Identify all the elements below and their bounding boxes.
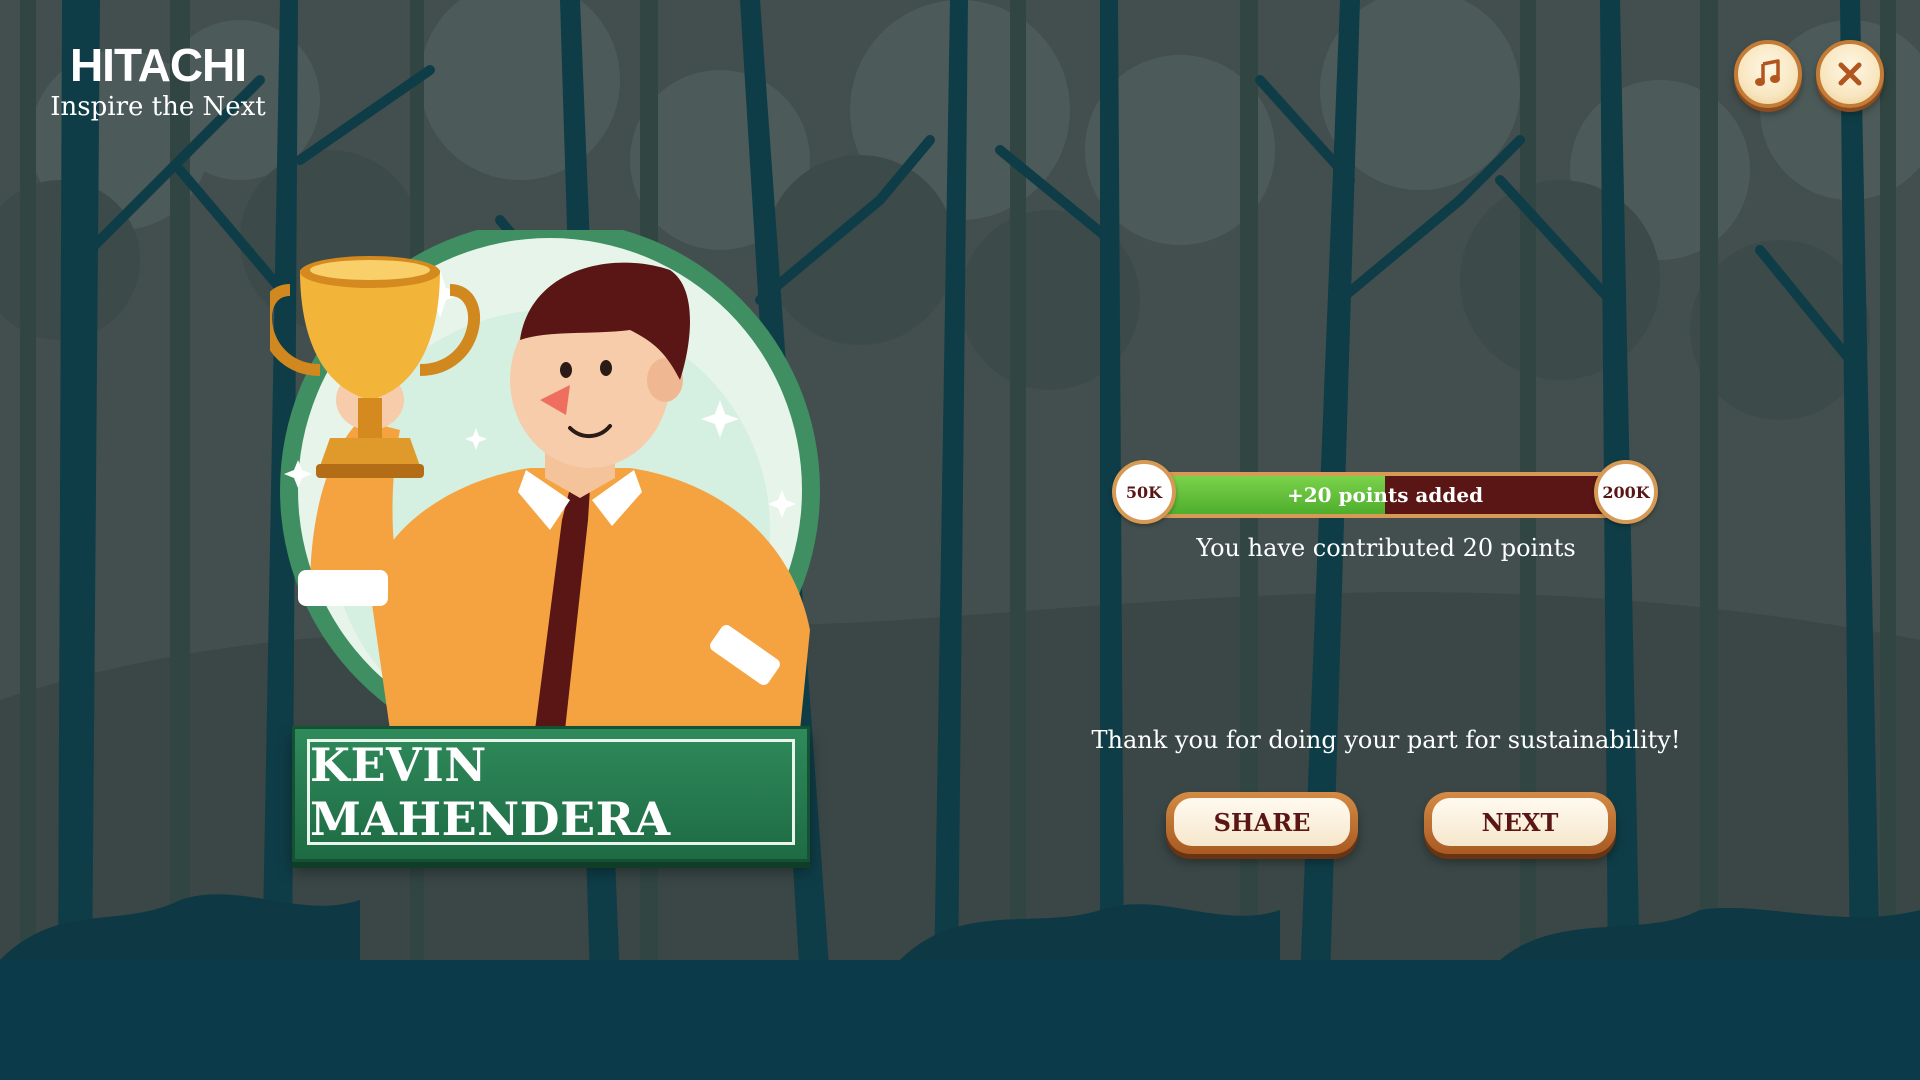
close-button[interactable] bbox=[1816, 40, 1884, 108]
next-button[interactable]: NEXT bbox=[1424, 792, 1616, 854]
brand-tagline: Inspire the Next bbox=[50, 92, 266, 122]
progress-start-badge: 50K bbox=[1112, 460, 1176, 524]
contribution-message: You have contributed 20 points bbox=[1196, 534, 1576, 562]
music-note-icon bbox=[1755, 59, 1780, 86]
progress-label: +20 points added bbox=[1286, 483, 1484, 507]
music-toggle-button[interactable] bbox=[1734, 40, 1802, 108]
brand-name: HITACHI bbox=[69, 39, 247, 91]
next-button-label: NEXT bbox=[1432, 798, 1608, 846]
close-x-icon bbox=[1838, 62, 1862, 86]
player-name-plaque: KEVIN MAHENDERA bbox=[292, 726, 810, 862]
share-button[interactable]: SHARE bbox=[1166, 792, 1358, 854]
player-name: KEVIN MAHENDERA bbox=[310, 738, 671, 846]
game-stage: HITACHI Inspire the Next KEVIN MAHENDERA… bbox=[0, 0, 1920, 1080]
progress-end-badge: 200K bbox=[1594, 460, 1658, 524]
thank-you-message: Thank you for doing your part for sustai… bbox=[1091, 726, 1681, 754]
trophy-character-illustration bbox=[270, 230, 820, 730]
points-progress-bar: +20 points added 50K 200K bbox=[1112, 460, 1658, 530]
progress-track: +20 points added bbox=[1146, 472, 1624, 518]
player-name-frame: KEVIN MAHENDERA bbox=[307, 738, 795, 846]
hitachi-logo: HITACHI Inspire the Next bbox=[38, 42, 278, 122]
share-button-label: SHARE bbox=[1174, 798, 1350, 846]
